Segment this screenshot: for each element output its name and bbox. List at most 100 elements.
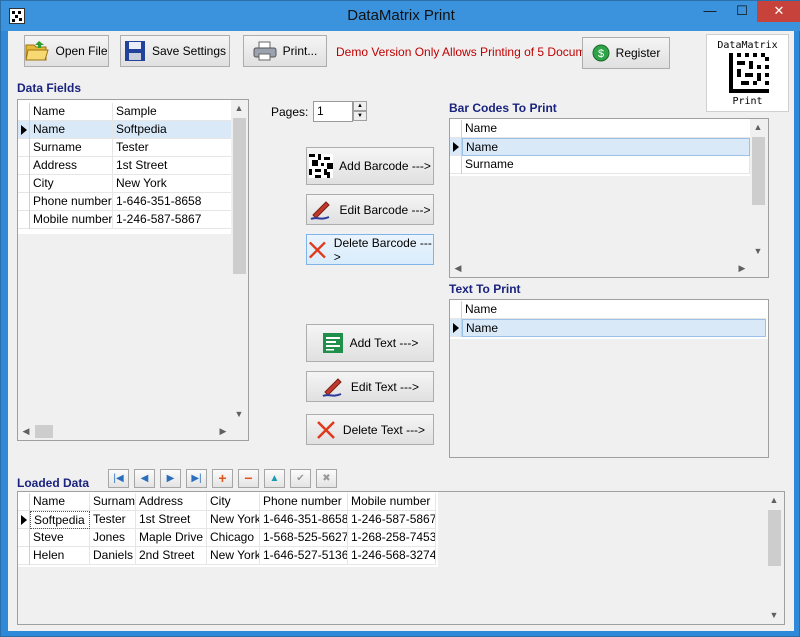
pages-input[interactable]: 1 [313, 101, 353, 122]
scroll-thumb[interactable] [233, 118, 246, 274]
text-grid[interactable]: Name Name [449, 299, 769, 458]
horizontal-scrollbar[interactable]: ◀ ▶ [450, 260, 750, 277]
scroll-up-icon[interactable]: ▲ [231, 100, 247, 116]
table-cell[interactable]: 1-646-351-8658 [113, 193, 233, 211]
delete-text-button[interactable]: Delete Text ---> [306, 414, 434, 445]
table-cell[interactable]: Daniels [90, 547, 136, 565]
open-file-button[interactable]: Open File [24, 35, 109, 67]
scroll-down-icon[interactable]: ▼ [766, 607, 782, 623]
column-header[interactable]: Sample [113, 103, 233, 121]
scroll-down-icon[interactable]: ▼ [231, 406, 247, 422]
table-cell[interactable]: 1-246-587-5867 [113, 211, 233, 229]
table-cell[interactable]: 1st Street [113, 157, 233, 175]
scroll-up-icon[interactable]: ▲ [766, 492, 782, 508]
table-cell[interactable]: Softpedia [113, 121, 233, 139]
table-cell[interactable]: Softpedia [30, 511, 90, 529]
table-cell[interactable]: New York [207, 511, 260, 529]
print-button[interactable]: Print... [243, 35, 327, 67]
table-row[interactable]: Phone number 1-646-351-8658 [18, 193, 233, 211]
scroll-left-icon[interactable]: ◀ [450, 260, 466, 276]
table-cell[interactable]: City [30, 175, 113, 193]
loaded-data-grid[interactable]: Name Surname Address City Phone number M… [17, 491, 785, 625]
column-header[interactable]: Name [30, 103, 113, 121]
table-cell[interactable]: Tester [90, 511, 136, 529]
scroll-thumb[interactable] [752, 137, 765, 205]
table-cell[interactable]: Steve [30, 529, 90, 547]
table-cell[interactable]: Address [30, 157, 113, 175]
table-row[interactable]: Surname [450, 156, 750, 174]
table-cell[interactable]: New York [207, 547, 260, 565]
last-record-icon[interactable]: ▶| [186, 469, 207, 488]
column-header[interactable]: Address [136, 493, 207, 511]
horizontal-scrollbar[interactable]: ◀ ▶ [18, 423, 231, 440]
table-cell[interactable]: Tester [113, 139, 233, 157]
table-cell[interactable]: New York [113, 175, 233, 193]
table-cell[interactable]: 1st Street [136, 511, 207, 529]
add-text-button[interactable]: Add Text ---> [306, 324, 434, 362]
column-header[interactable]: Surname [90, 493, 136, 511]
save-settings-button[interactable]: Save Settings [120, 35, 230, 67]
post-record-icon[interactable]: ✔ [290, 469, 311, 488]
vertical-scrollbar[interactable]: ▲ ▼ [750, 119, 767, 260]
table-row[interactable]: City New York [18, 175, 233, 193]
table-cell[interactable]: Jones [90, 529, 136, 547]
table-cell[interactable]: 1-646-351-8658 [260, 511, 348, 529]
table-row[interactable]: Address 1st Street [18, 157, 233, 175]
scroll-up-icon[interactable]: ▲ [750, 119, 766, 135]
spin-down-icon[interactable]: ▼ [353, 111, 367, 121]
scroll-left-icon[interactable]: ◀ [18, 423, 34, 439]
table-cell[interactable]: Phone number [30, 193, 113, 211]
title-bar[interactable]: DataMatrix Print — ☐ ✕ [1, 1, 800, 31]
table-cell[interactable]: 1-246-568-3274 [348, 547, 436, 565]
table-cell[interactable]: Surname [462, 156, 750, 174]
spin-up-icon[interactable]: ▲ [353, 101, 367, 111]
add-record-icon[interactable]: + [212, 469, 233, 488]
table-cell[interactable]: Name [30, 121, 113, 139]
next-record-icon[interactable]: ▶ [160, 469, 181, 488]
table-row[interactable]: Helen Daniels 2nd Street New York 1-646-… [18, 547, 436, 565]
cancel-record-icon[interactable]: ✖ [316, 469, 337, 488]
table-row[interactable]: Name [450, 138, 750, 156]
table-cell[interactable]: Name [462, 138, 750, 156]
edit-text-button[interactable]: Edit Text ---> [306, 371, 434, 402]
table-cell[interactable]: Maple Drive [136, 529, 207, 547]
scroll-right-icon[interactable]: ▶ [215, 423, 231, 439]
edit-record-icon[interactable]: ▲ [264, 469, 285, 488]
table-cell[interactable]: Name [462, 319, 766, 337]
scroll-right-icon[interactable]: ▶ [734, 260, 750, 276]
table-row[interactable]: Name Softpedia [18, 121, 233, 139]
table-cell[interactable]: Surname [30, 139, 113, 157]
column-header[interactable]: Name [462, 120, 750, 138]
prev-record-icon[interactable]: ◀ [134, 469, 155, 488]
register-button[interactable]: $ Register [582, 37, 670, 69]
first-record-icon[interactable]: |◀ [108, 469, 129, 488]
table-row[interactable]: Mobile number 1-246-587-5867 [18, 211, 233, 229]
table-row[interactable]: Surname Tester [18, 139, 233, 157]
table-cell[interactable]: 2nd Street [136, 547, 207, 565]
table-cell[interactable]: 1-568-525-5627 [260, 529, 348, 547]
edit-barcode-button[interactable]: Edit Barcode ---> [306, 194, 434, 225]
vertical-scrollbar[interactable]: ▲ ▼ [231, 100, 248, 423]
delete-barcode-button[interactable]: Delete Barcode ---> [306, 234, 434, 265]
column-header[interactable]: City [207, 493, 260, 511]
scroll-down-icon[interactable]: ▼ [750, 243, 766, 259]
scroll-thumb[interactable] [768, 510, 781, 566]
add-barcode-button[interactable]: Add Barcode ---> [306, 147, 434, 185]
barcodes-grid[interactable]: Name Name Surname ▲ ▼ ◀ ▶ [449, 118, 769, 278]
table-cell[interactable]: Mobile number [30, 211, 113, 229]
column-header[interactable]: Name [30, 493, 90, 511]
data-fields-grid[interactable]: Name Sample Name Softpedia Surname Tester … [17, 99, 249, 441]
delete-record-icon[interactable]: − [238, 469, 259, 488]
column-header[interactable]: Phone number [260, 493, 348, 511]
table-cell[interactable]: Chicago [207, 529, 260, 547]
table-cell[interactable]: 1-246-587-5867 [348, 511, 436, 529]
table-row[interactable]: Steve Jones Maple Drive Chicago 1-568-52… [18, 529, 436, 547]
column-header[interactable]: Name [462, 301, 766, 319]
vertical-scrollbar[interactable]: ▲ ▼ [766, 492, 783, 624]
table-row[interactable]: Name [450, 319, 766, 337]
table-cell[interactable]: Helen [30, 547, 90, 565]
minimize-button[interactable]: — [695, 1, 725, 22]
table-cell[interactable]: 1-268-258-7453 [348, 529, 436, 547]
column-header[interactable]: Mobile number [348, 493, 436, 511]
scroll-thumb[interactable] [35, 425, 53, 438]
